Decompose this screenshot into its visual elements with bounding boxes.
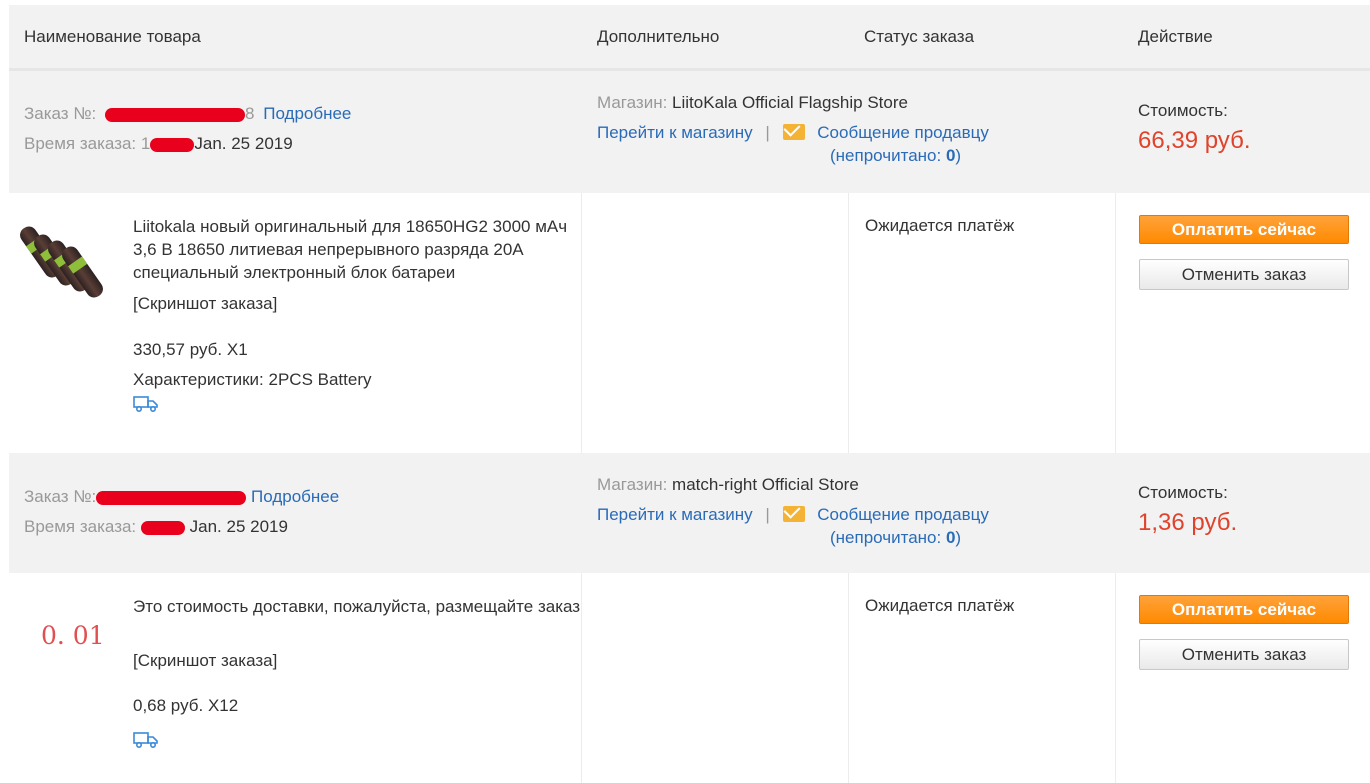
message-seller-link[interactable]: Сообщение продавцу <box>817 123 989 142</box>
cost-value: 1,36 руб. <box>1138 509 1238 536</box>
go-to-store-link[interactable]: Перейти к магазину <box>597 123 753 142</box>
orders-table: Наименование товара Дополнительно Статус… <box>9 5 1370 783</box>
cancel-order-button[interactable]: Отменить заказ <box>1139 639 1349 670</box>
order-number-line: Заказ №: 8 Подробнее <box>24 104 351 124</box>
unread-label: (непрочитано: <box>830 528 946 547</box>
order-status: Ожидается платёж <box>865 596 1015 615</box>
column-action: Действие <box>1138 27 1213 46</box>
delivery-truck-icon[interactable] <box>133 395 159 413</box>
unread-close: ) <box>955 528 962 547</box>
order-time-label: Время заказа: <box>24 134 137 153</box>
column-divider <box>848 573 849 783</box>
product-title[interactable]: Liitokala новый оригинальный для 18650HG… <box>133 215 583 284</box>
order-time-label: Время заказа: <box>24 517 137 536</box>
order-time-prefix: 1 <box>140 134 151 153</box>
envelope-icon <box>782 506 805 522</box>
column-status: Статус заказа <box>864 27 975 46</box>
order-number-label: Заказ №: <box>24 487 97 506</box>
order-time-line: Время заказа: Jan. 25 2019 <box>24 517 288 537</box>
delivery-truck-icon[interactable] <box>133 731 159 749</box>
order-date: Jan. 25 2019 <box>194 134 293 153</box>
store-line: Магазин: match-right Official Store <box>597 475 859 495</box>
unread-messages[interactable]: (непрочитано: 0) <box>830 146 961 166</box>
order-header: Заказ №: Подробнее Время заказа: Jan. 25… <box>9 453 1370 573</box>
column-product: Наименование товара <box>24 27 201 46</box>
order-screenshot-link[interactable]: [Скриншот заказа] <box>133 292 277 315</box>
message-seller-link[interactable]: Сообщение продавцу <box>817 505 989 524</box>
unread-messages[interactable]: (непрочитано: 0) <box>830 528 961 548</box>
item-specs: Характеристики: 2PCS Battery <box>133 370 372 389</box>
redacted-order-number <box>105 107 246 122</box>
store-name: LiitoKala Official Flagship Store <box>672 93 908 112</box>
cost-value: 66,39 руб. <box>1138 127 1251 154</box>
order-cost: Стоимость: 66,39 руб. <box>1138 101 1251 155</box>
redacted-order-time <box>150 137 195 152</box>
store-actions: Перейти к магазину | Сообщение продавцу <box>597 505 989 525</box>
order-date: Jan. 25 2019 <box>189 517 288 536</box>
link-divider: | <box>765 505 770 524</box>
redacted-order-number <box>96 490 247 505</box>
unread-count: 0 <box>945 528 956 547</box>
store-label: Магазин: <box>597 93 668 112</box>
cost-label: Стоимость: <box>1138 101 1228 120</box>
unread-label: (непрочитано: <box>830 146 946 165</box>
item-price-quantity: 0,68 руб. X12 <box>133 696 239 715</box>
pay-now-button[interactable]: Оплатить сейчас <box>1139 595 1349 624</box>
store-actions: Перейти к магазину | Сообщение продавцу <box>597 123 989 143</box>
product-thumbnail[interactable] <box>16 213 107 301</box>
column-divider <box>1115 573 1116 783</box>
go-to-store-link[interactable]: Перейти к магазину <box>597 505 753 524</box>
order-details-link[interactable]: Подробнее <box>251 487 339 506</box>
redacted-order-time <box>140 520 185 535</box>
order-time-line: Время заказа: 1 Jan. 25 2019 <box>24 134 293 154</box>
store-name: match-right Official Store <box>672 475 859 494</box>
pay-now-button[interactable]: Оплатить сейчас <box>1139 215 1349 244</box>
order-item-row: 0. 01 Это стоимость доставки, пожалуйста… <box>9 573 1370 783</box>
store-label: Магазин: <box>597 475 668 494</box>
cost-label: Стоимость: <box>1138 483 1228 502</box>
column-extra: Дополнительно <box>597 27 720 46</box>
order-header: Заказ №: 8 Подробнее Время заказа: 1 Jan.… <box>9 71 1370 193</box>
order-cost: Стоимость: 1,36 руб. <box>1138 483 1237 537</box>
unread-close: ) <box>955 146 962 165</box>
envelope-icon <box>782 124 805 140</box>
order-screenshot-link[interactable]: [Скриншот заказа] <box>133 649 277 672</box>
order-details-link[interactable]: Подробнее <box>263 104 351 123</box>
product-title[interactable]: Это стоимость доставки, пожалуйста, разм… <box>133 595 583 618</box>
link-divider: | <box>765 123 770 142</box>
order-number-line: Заказ №: Подробнее <box>24 487 339 507</box>
product-thumbnail[interactable]: 0. 01 <box>41 621 105 650</box>
table-header: Наименование товара Дополнительно Статус… <box>9 5 1370 71</box>
item-price-quantity: 330,57 руб. X1 <box>133 340 248 359</box>
order-number-label: Заказ №: <box>24 104 97 123</box>
store-line: Магазин: LiitoKala Official Flagship Sto… <box>597 93 908 113</box>
order-item-row: Liitokala новый оригинальный для 18650HG… <box>9 193 1370 453</box>
order-status: Ожидается платёж <box>865 216 1015 235</box>
unread-count: 0 <box>945 146 956 165</box>
column-divider <box>1115 193 1116 453</box>
column-divider <box>848 193 849 453</box>
order-number-suffix: 8 <box>245 104 255 123</box>
cancel-order-button[interactable]: Отменить заказ <box>1139 259 1349 290</box>
